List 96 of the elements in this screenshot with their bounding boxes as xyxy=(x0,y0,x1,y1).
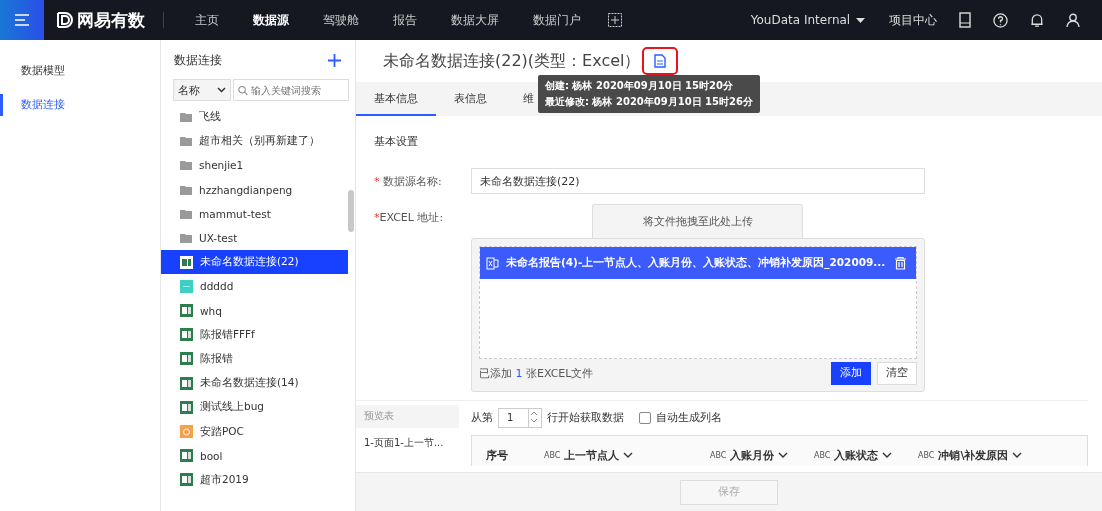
nav-tab[interactable]: 驾驶舱 xyxy=(323,11,359,29)
nav-tab[interactable]: 数据源 xyxy=(253,11,289,29)
clear-button[interactable]: 清空 xyxy=(877,361,917,385)
column-header[interactable]: 冲销\补发原因 xyxy=(938,447,1009,463)
tab[interactable]: 基本信息 xyxy=(356,82,436,116)
help-icon[interactable] xyxy=(993,12,1008,28)
spreadsheet-icon xyxy=(180,352,193,366)
folder-icon xyxy=(180,208,192,219)
add-button[interactable]: 添加 xyxy=(831,361,871,385)
notification-icon[interactable] xyxy=(1030,12,1044,28)
user-icon[interactable] xyxy=(1066,13,1080,27)
folder-icon xyxy=(180,160,192,171)
connection-item[interactable]: 未命名数据连接(22) xyxy=(161,250,348,275)
chevron-icon xyxy=(217,87,226,93)
menu-button[interactable] xyxy=(0,0,44,40)
connection-item[interactable]: bool xyxy=(161,443,348,468)
type-tag: ABC xyxy=(710,450,727,460)
report-icon xyxy=(180,425,193,439)
column-header[interactable]: 入账月份 xyxy=(730,447,775,463)
panel-title: 数据连接 xyxy=(174,52,222,69)
tooltip-line: 最近修改: 杨林 2020年09月10日 15时26分 xyxy=(545,95,753,109)
uploaded-file-item[interactable]: 未命名报告(4)-上一节点人、入账月份、入账状态、冲销补发原因_202009... xyxy=(480,247,916,279)
nav-tab[interactable]: 报告 xyxy=(393,11,417,29)
row-number-stepper[interactable]: 1 xyxy=(498,407,542,428)
search-field[interactable]: 输入关键词搜索 xyxy=(233,79,349,101)
spreadsheet-icon xyxy=(180,304,193,318)
tooltip-line: 创建: 杨林 2020年09月10日 15时20分 xyxy=(545,79,734,93)
add-dashboard-icon[interactable] xyxy=(608,13,622,27)
connection-item[interactable]: 飞线 xyxy=(161,105,348,130)
tablet-icon[interactable] xyxy=(959,12,971,28)
connection-item[interactable]: mammut-test xyxy=(161,201,348,226)
column-header[interactable]: 序号 xyxy=(486,447,508,463)
app-logo: 网易有数 xyxy=(77,8,145,32)
folder-icon xyxy=(180,136,192,147)
search-icon xyxy=(238,84,248,96)
connection-item[interactable]: 陈报错FFFf xyxy=(161,322,348,347)
field-label: *EXCEL 地址: xyxy=(374,210,445,225)
spreadsheet-icon xyxy=(486,256,499,270)
document-info-icon[interactable] xyxy=(654,54,667,68)
sidebar-item[interactable]: 数据连接 xyxy=(0,94,160,116)
connection-item[interactable]: 测试线上bug xyxy=(161,395,348,420)
spreadsheet-icon xyxy=(180,400,193,414)
spreadsheet-icon xyxy=(180,473,193,487)
name-input[interactable]: 未命名数据连接(22) xyxy=(471,168,925,194)
dataset-icon xyxy=(180,279,193,293)
connection-item[interactable]: ddddd xyxy=(161,274,348,299)
connection-item[interactable]: hzzhangdianpeng xyxy=(161,177,348,202)
spreadsheet-icon xyxy=(180,328,193,342)
sidebar-item[interactable]: 数据模型 xyxy=(0,60,160,82)
sheet-item[interactable]: 1-页面1-上一节... xyxy=(356,428,459,458)
add-icon[interactable] xyxy=(328,54,341,67)
preview-list-title: 预览表 xyxy=(356,405,459,428)
start-row-label: 行开始获取数据 xyxy=(547,410,624,425)
delete-icon[interactable] xyxy=(895,256,906,270)
nav-tab[interactable]: 数据大屏 xyxy=(451,11,499,29)
chevron-icon[interactable] xyxy=(623,452,634,458)
filter-dropdown[interactable]: 名称 xyxy=(173,79,231,101)
chevron-icon[interactable] xyxy=(882,452,893,458)
field-label: * 数据源名称: xyxy=(374,173,443,189)
folder-icon xyxy=(180,184,192,195)
chevron-icon[interactable] xyxy=(778,452,789,458)
column-header[interactable]: 上一节点人 xyxy=(564,447,620,463)
step-down-icon[interactable] xyxy=(529,416,539,425)
workspace-dropdown[interactable]: YouData Internal xyxy=(750,13,865,27)
chevron-icon[interactable] xyxy=(1012,452,1023,458)
connection-item[interactable]: 安踏POC xyxy=(161,419,348,444)
type-tag: ABC xyxy=(918,450,935,460)
spreadsheet-icon xyxy=(180,449,193,463)
type-tag: ABC xyxy=(814,450,831,460)
spreadsheet-icon xyxy=(180,376,193,390)
upload-dropzone[interactable]: 将文件拖拽至此处上传 xyxy=(592,204,803,238)
connection-title: 未命名数据连接(22)(类型：Excel） xyxy=(383,50,641,72)
nav-tab[interactable]: 数据门户 xyxy=(533,11,581,29)
start-row-label: 从第 xyxy=(471,410,493,425)
connection-item[interactable]: 超市相关（别再新建了） xyxy=(161,129,348,154)
connection-item[interactable]: 陈报错 xyxy=(161,346,348,372)
nav-tab[interactable]: 主页 xyxy=(195,11,219,29)
connection-item[interactable]: shenjie1 xyxy=(161,153,348,178)
checkbox[interactable] xyxy=(639,411,651,424)
checkbox-label: 自动生成列名 xyxy=(656,410,722,425)
menu-icon xyxy=(14,13,30,27)
project-center-link[interactable]: 项目中心 xyxy=(889,11,937,29)
connection-item[interactable]: UX-test xyxy=(161,225,348,251)
connection-item[interactable]: 未命名数据连接(14) xyxy=(161,371,348,396)
connection-item[interactable]: whq xyxy=(161,298,348,323)
logo-icon xyxy=(56,11,74,29)
section-title: 基本设置 xyxy=(373,134,419,149)
folder-icon xyxy=(180,112,192,123)
caret-icon xyxy=(856,18,865,24)
tab[interactable]: 表信息 xyxy=(436,82,505,116)
file-count-text: 已添加 1 张EXCEL文件 xyxy=(479,365,594,381)
type-tag: ABC xyxy=(544,450,561,460)
spreadsheet-icon xyxy=(180,255,193,269)
connection-item[interactable]: 超市2019 xyxy=(161,467,348,492)
folder-icon xyxy=(180,233,192,244)
column-header[interactable]: 入账状态 xyxy=(834,447,879,463)
